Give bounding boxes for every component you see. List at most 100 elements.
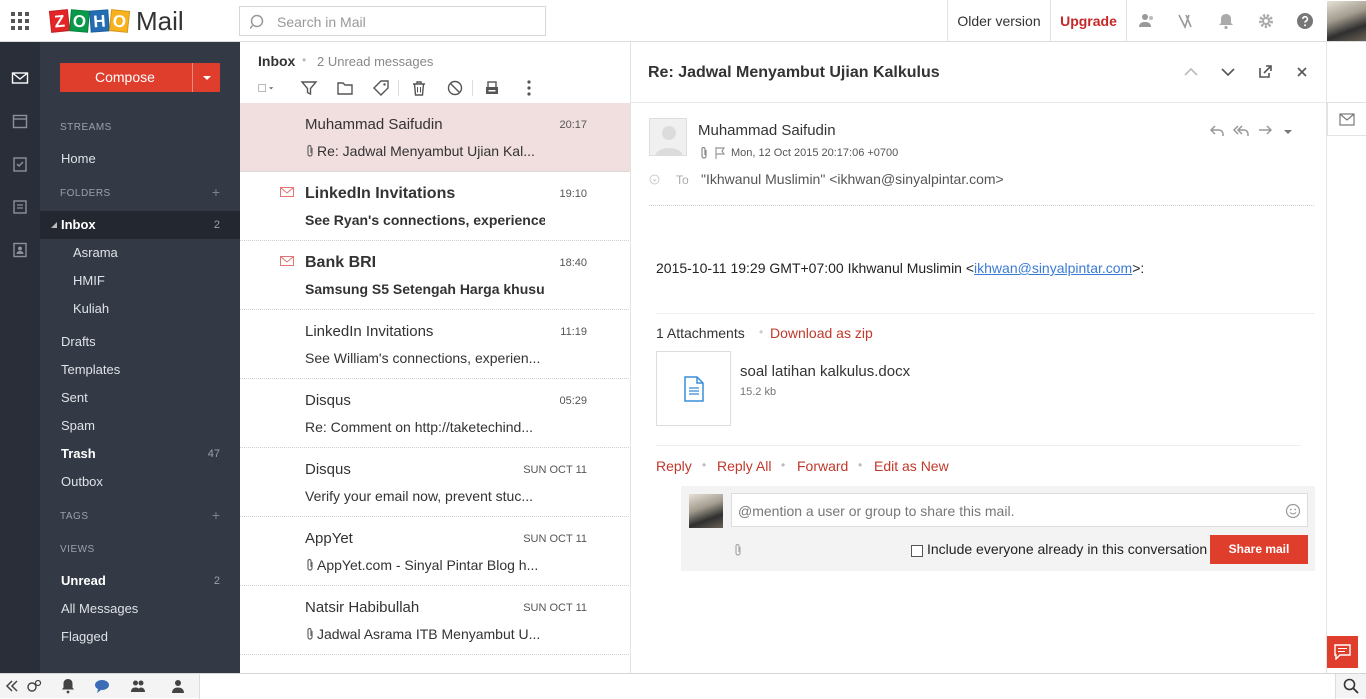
to-recipient[interactable]: "Ikhwanul Muslimin" <ikhwan@sinyalpintar… bbox=[701, 171, 1004, 187]
help-icon[interactable] bbox=[1296, 12, 1314, 30]
message-row[interactable]: LinkedIn Invitations 11:19 See William's c… bbox=[240, 310, 630, 379]
sidebar-item-sent[interactable]: Sent bbox=[40, 384, 240, 412]
reply-all-button[interactable]: Reply All bbox=[717, 458, 771, 474]
next-email-chevron-down-icon[interactable] bbox=[1220, 64, 1236, 80]
mail-icon[interactable] bbox=[11, 69, 29, 87]
attachment-name[interactable]: soal latihan kalkulus.docx bbox=[740, 363, 910, 380]
message-row[interactable]: AppYet SUN OCT 11 AppYet.com - Sinyal Pint… bbox=[240, 517, 630, 586]
header-divider bbox=[649, 205, 1314, 206]
collapse-double-chevron-left-icon[interactable] bbox=[4, 678, 20, 694]
message-subject-text: Jadwal Asrama ITB Menyambut U... bbox=[317, 626, 541, 642]
open-in-new-window-icon[interactable] bbox=[1257, 64, 1273, 80]
presence-settings-icon[interactable] bbox=[26, 678, 42, 694]
filter-icon[interactable] bbox=[300, 79, 318, 97]
sidebar-item-label: Home bbox=[61, 151, 96, 166]
message-row[interactable]: Bank BRI 18:40 Samsung S5 Setengah Harga k… bbox=[240, 241, 630, 310]
move-to-folder-icon[interactable] bbox=[336, 79, 354, 97]
delete-trash-icon[interactable] bbox=[410, 79, 428, 97]
flag-icon[interactable] bbox=[714, 146, 726, 160]
logo-letter: H bbox=[89, 9, 110, 33]
message-subject: Samsung S5 Setengah Harga khusu... bbox=[305, 281, 545, 297]
compose-dropdown-chevron-icon[interactable] bbox=[192, 63, 220, 92]
contacts-icon[interactable] bbox=[1138, 12, 1156, 30]
notes-icon[interactable] bbox=[11, 198, 29, 216]
sidebar-item-outbox[interactable]: Outbox bbox=[40, 468, 240, 496]
sidebar-item-unread[interactable]: Unread 2 bbox=[40, 567, 240, 595]
add-folder-plus-icon[interactable]: + bbox=[212, 184, 220, 200]
sidebar-item-trash[interactable]: Trash 47 bbox=[40, 440, 240, 468]
share-mail-button[interactable]: Share mail bbox=[1210, 535, 1308, 564]
reply-all-icon[interactable] bbox=[1232, 124, 1250, 138]
older-version-link[interactable]: Older version bbox=[948, 0, 1050, 42]
separator-dot: • bbox=[759, 325, 764, 339]
expand-recipients-icon[interactable] bbox=[649, 174, 660, 185]
notification-bell-icon[interactable] bbox=[1217, 12, 1235, 30]
message-row[interactable]: Disqus SUN OCT 11 Verify your email now, p… bbox=[240, 448, 630, 517]
sidebar-item-templates[interactable]: Templates bbox=[40, 356, 240, 384]
compose-button[interactable]: Compose bbox=[60, 63, 220, 92]
add-tag-plus-icon[interactable]: + bbox=[212, 507, 220, 523]
unread-envelope-icon[interactable] bbox=[280, 256, 294, 266]
message-row[interactable]: Disqus 05:29 Re: Comment on http://taketec… bbox=[240, 379, 630, 448]
apps-grid-icon[interactable] bbox=[11, 12, 29, 30]
archive-print-icon[interactable] bbox=[483, 79, 501, 97]
sidebar-item-drafts[interactable]: Drafts bbox=[40, 328, 240, 356]
previous-email-chevron-up-icon[interactable] bbox=[1183, 64, 1199, 80]
tag-icon[interactable] bbox=[372, 79, 390, 97]
bottom-search-bar[interactable] bbox=[199, 674, 1336, 699]
include-everyone-checkbox[interactable] bbox=[911, 545, 923, 557]
more-options-icon[interactable] bbox=[520, 79, 538, 97]
sidebar-item-home[interactable]: Home bbox=[40, 145, 240, 173]
sender-name[interactable]: Muhammad Saifudin bbox=[698, 122, 836, 139]
unread-envelope-icon[interactable] bbox=[280, 187, 294, 197]
calendar-icon[interactable] bbox=[11, 112, 29, 130]
share-mail-panel: @mention a user or group to share this m… bbox=[681, 486, 1315, 571]
zoho-mail-logo[interactable]: Z O H O Mail bbox=[48, 5, 184, 37]
message-row[interactable]: LinkedIn Invitations 19:10 See Ryan's conn… bbox=[240, 172, 630, 241]
search-icon[interactable] bbox=[1343, 678, 1359, 694]
message-row[interactable]: Natsir Habibullah SUN OCT 11 Jadwal Asrama… bbox=[240, 586, 630, 655]
body-email-link[interactable]: ikhwan@sinyalpintar.com bbox=[974, 260, 1132, 276]
emoji-smiley-icon[interactable] bbox=[1285, 503, 1301, 519]
settings-gear-icon[interactable] bbox=[1257, 12, 1275, 30]
forward-button[interactable]: Forward bbox=[797, 458, 848, 474]
message-row[interactable]: Muhammad Saifudin 20:17 Re: Jadwal Menyamb… bbox=[240, 103, 630, 172]
sidebar-item-spam[interactable]: Spam bbox=[40, 412, 240, 440]
signature-icon[interactable] bbox=[1177, 12, 1195, 30]
sidebar-item-kuliah[interactable]: Kuliah bbox=[40, 295, 240, 323]
close-icon[interactable] bbox=[1294, 64, 1310, 80]
message-sender: AppYet bbox=[305, 530, 353, 547]
message-sender: LinkedIn Invitations bbox=[305, 323, 434, 340]
sidebar-item-hmif[interactable]: HMIF bbox=[40, 267, 240, 295]
contacts-book-icon[interactable] bbox=[11, 241, 29, 259]
user-profile-icon[interactable] bbox=[170, 678, 186, 694]
attach-paperclip-icon[interactable] bbox=[733, 543, 743, 557]
chat-cloud-icon[interactable] bbox=[94, 678, 110, 694]
include-everyone-label[interactable]: Include everyone already in this convers… bbox=[927, 541, 1207, 557]
search-input[interactable]: Search in Mail bbox=[239, 6, 546, 36]
mail-shortcut-tab[interactable] bbox=[1327, 102, 1366, 136]
mention-input[interactable]: @mention a user or group to share this m… bbox=[731, 493, 1308, 527]
more-actions-chevron-down-icon[interactable] bbox=[1283, 128, 1293, 136]
tasks-icon[interactable] bbox=[11, 155, 29, 173]
notification-bell-icon[interactable] bbox=[60, 678, 76, 694]
spam-block-icon[interactable] bbox=[446, 79, 464, 97]
attachment-divider bbox=[656, 445, 1301, 446]
user-avatar[interactable] bbox=[1327, 1, 1366, 41]
message-time: SUN OCT 11 bbox=[523, 602, 587, 614]
sidebar-item-all-messages[interactable]: All Messages bbox=[40, 595, 240, 623]
sidebar-item-inbox[interactable]: Inbox 2 bbox=[40, 211, 240, 239]
upgrade-link[interactable]: Upgrade bbox=[1051, 0, 1126, 42]
select-all-checkbox-icon[interactable] bbox=[258, 79, 276, 97]
reply-icon[interactable] bbox=[1209, 124, 1225, 138]
chat-button[interactable] bbox=[1327, 636, 1358, 668]
sidebar-item-flagged[interactable]: Flagged bbox=[40, 623, 240, 651]
collapse-triangle-icon[interactable] bbox=[51, 222, 57, 228]
forward-icon[interactable] bbox=[1257, 124, 1273, 138]
attachment-thumbnail[interactable] bbox=[656, 351, 731, 426]
edit-as-new-button[interactable]: Edit as New bbox=[874, 458, 949, 474]
download-as-zip-link[interactable]: Download as zip bbox=[770, 325, 873, 341]
sidebar-item-asrama[interactable]: Asrama bbox=[40, 239, 240, 267]
contacts-group-icon[interactable] bbox=[130, 678, 146, 694]
reply-button[interactable]: Reply bbox=[656, 458, 692, 474]
